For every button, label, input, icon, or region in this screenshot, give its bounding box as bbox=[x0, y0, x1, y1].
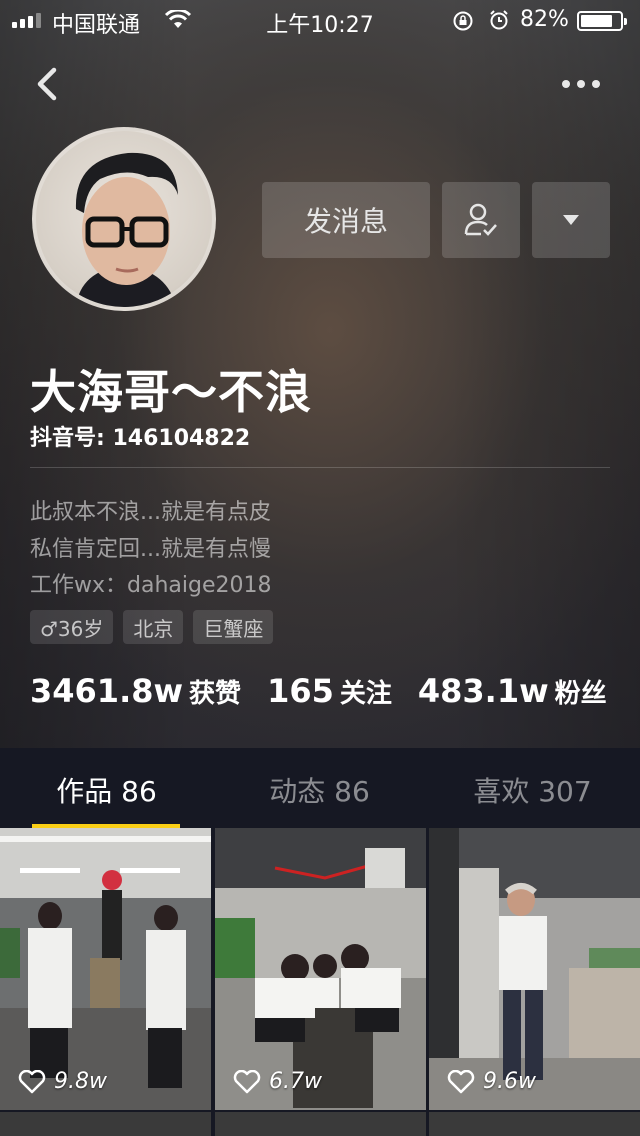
divider bbox=[30, 467, 610, 468]
video-thumbnail-partial[interactable] bbox=[0, 1112, 211, 1136]
bio-line: 此叔本不浪...就是有点皮 bbox=[30, 500, 271, 525]
profile-stats: 3461.8w 获赞 165 关注 483.1w 粉丝 bbox=[30, 672, 633, 710]
dropdown-button[interactable] bbox=[532, 182, 610, 258]
avatar[interactable] bbox=[32, 127, 216, 311]
alarm-icon bbox=[490, 10, 508, 30]
likes-stat: 3461.8w 获赞 bbox=[30, 672, 241, 710]
profile-tags: ♂36岁 北京 巨蟹座 bbox=[30, 610, 274, 644]
content-tabs: 作品 86 动态 86 喜欢 307 bbox=[0, 748, 640, 828]
like-count-text: 9.8w bbox=[54, 1069, 107, 1094]
battery-icon bbox=[577, 11, 627, 31]
rotation-lock-icon bbox=[453, 11, 473, 31]
douyin-id: 抖音号: 146104822 bbox=[30, 426, 251, 451]
stat-number: 165 bbox=[267, 672, 334, 710]
more-button[interactable] bbox=[562, 74, 606, 94]
back-button[interactable] bbox=[30, 64, 66, 104]
heart-icon bbox=[233, 1069, 261, 1093]
send-message-button[interactable]: 发消息 bbox=[262, 182, 430, 258]
follow-status-button[interactable] bbox=[442, 182, 520, 258]
more-dot bbox=[562, 80, 570, 88]
stat-number: 3461.8w bbox=[30, 672, 184, 710]
nickname: 大海哥～不浪 bbox=[30, 365, 312, 419]
status-bar: 中国联通 上午10:27 82% bbox=[0, 0, 640, 40]
user-check-icon bbox=[464, 203, 497, 236]
battery-percent: 82% bbox=[520, 7, 569, 32]
gender-age-tag: ♂36岁 bbox=[30, 610, 114, 644]
tab-moments[interactable]: 动态 86 bbox=[213, 770, 426, 810]
heart-icon bbox=[447, 1069, 475, 1093]
like-count: 9.8w bbox=[18, 1069, 107, 1094]
bio-line: 工作wx：dahaige2018 bbox=[30, 573, 272, 598]
stat-number: 483.1w bbox=[417, 672, 549, 710]
avatar-portrait bbox=[75, 152, 178, 307]
heart-icon bbox=[18, 1069, 46, 1093]
stat-label: 粉丝 bbox=[554, 679, 607, 709]
more-dot bbox=[592, 80, 600, 88]
more-dot bbox=[577, 80, 585, 88]
video-thumbnail[interactable]: 9.8w bbox=[0, 828, 211, 1110]
video-cover bbox=[0, 828, 211, 1110]
video-thumbnail-partial[interactable] bbox=[215, 1112, 426, 1136]
followers-stat[interactable]: 483.1w 粉丝 bbox=[418, 672, 607, 710]
stat-label: 获赞 bbox=[189, 679, 242, 709]
video-thumbnail-partial[interactable] bbox=[429, 1112, 640, 1136]
video-grid: 9.8w 6.7w 9.6w bbox=[0, 828, 640, 1136]
send-message-label: 发消息 bbox=[303, 205, 388, 238]
like-count: 6.7w bbox=[233, 1069, 322, 1094]
like-count-text: 9.6w bbox=[483, 1069, 536, 1094]
caret-down-icon bbox=[563, 215, 579, 225]
following-stat[interactable]: 165 关注 bbox=[267, 672, 392, 710]
video-thumbnail[interactable]: 9.6w bbox=[429, 828, 640, 1110]
video-thumbnail[interactable]: 6.7w bbox=[215, 828, 426, 1110]
stat-label: 关注 bbox=[339, 679, 392, 709]
location-tag: 北京 bbox=[123, 610, 184, 644]
zodiac-tag: 巨蟹座 bbox=[193, 610, 274, 644]
tab-liked[interactable]: 喜欢 307 bbox=[426, 770, 639, 810]
like-count: 9.6w bbox=[447, 1069, 536, 1094]
bio-line: 私信肯定回...就是有点慢 bbox=[30, 537, 271, 562]
video-cover bbox=[429, 828, 640, 1110]
like-count-text: 6.7w bbox=[269, 1069, 322, 1094]
tab-works[interactable]: 作品 86 bbox=[0, 770, 213, 810]
video-cover bbox=[215, 828, 426, 1110]
